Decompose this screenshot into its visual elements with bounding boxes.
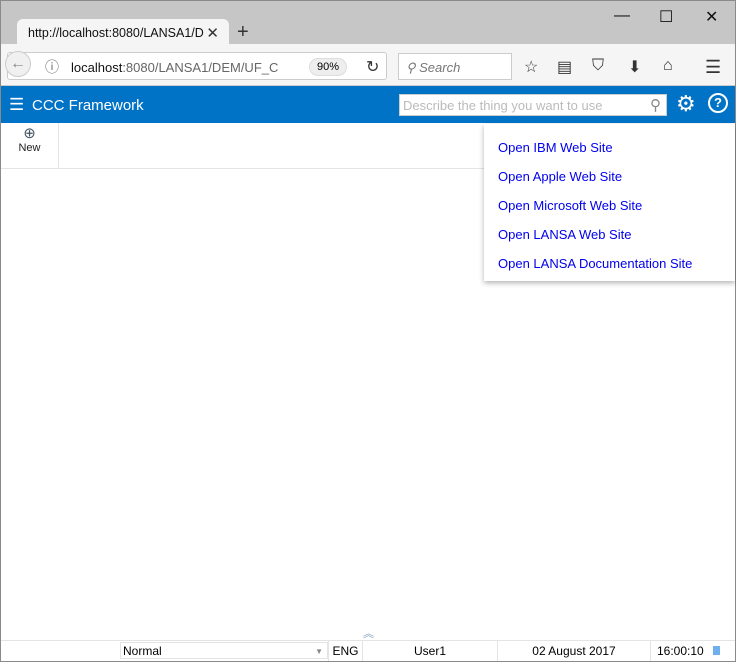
date: 02 August 2017 xyxy=(497,641,650,661)
browser-tab[interactable]: http://localhost:8080/LANSA1/D ✕ xyxy=(17,19,229,45)
help-icon[interactable]: ? xyxy=(708,93,728,113)
new-label: New xyxy=(18,142,41,154)
status-indicator xyxy=(712,646,720,655)
close-window-button[interactable]: ✕ xyxy=(705,7,718,27)
download-icon[interactable]: ⬇ xyxy=(628,57,641,77)
close-tab-icon[interactable]: ✕ xyxy=(206,24,219,42)
help-dropdown-menu: Open IBM Web Site Open Apple Web Site Op… xyxy=(484,124,735,281)
minimize-button[interactable]: — xyxy=(614,7,630,25)
plus-circle-icon: ⊕ xyxy=(23,125,36,142)
status-bar: Normal ▼ ENG User1 02 August 2017 16:00:1… xyxy=(1,640,735,661)
url-text[interactable]: localhost:8080/LANSA1/DEM/UF_C xyxy=(71,60,278,75)
back-button[interactable]: ← xyxy=(5,51,31,77)
maximize-button[interactable]: ☐ xyxy=(659,7,673,27)
pocket-icon[interactable]: ⛉ xyxy=(592,57,604,75)
new-button[interactable]: ⊕ New xyxy=(1,123,59,169)
menu-item-lansa[interactable]: Open LANSA Web Site xyxy=(484,222,735,251)
browser-search-input[interactable]: ⚲ Search xyxy=(398,53,512,80)
mode-select[interactable]: Normal ▼ xyxy=(120,642,328,659)
new-tab-button[interactable]: + xyxy=(237,21,249,44)
menu-item-ibm[interactable]: Open IBM Web Site xyxy=(484,135,735,164)
app-title: CCC Framework xyxy=(32,97,144,114)
language: ENG xyxy=(328,641,362,661)
home-icon[interactable]: ⌂ xyxy=(663,57,673,75)
zoom-level[interactable]: 90% xyxy=(309,58,348,76)
settings-gear-icon[interactable]: ⚙ xyxy=(676,91,696,117)
menu-item-microsoft[interactable]: Open Microsoft Web Site xyxy=(484,193,735,222)
hamburger-menu-icon[interactable]: ☰ xyxy=(9,95,24,115)
search-icon[interactable]: ⚲ xyxy=(650,96,661,114)
menu-item-lansa-docs[interactable]: Open LANSA Documentation Site xyxy=(484,251,735,280)
reload-icon[interactable]: ↻ xyxy=(366,57,379,77)
browser-navbar: ← ⓘ localhost:8080/LANSA1/DEM/UF_C 90% ↻… xyxy=(1,44,735,86)
menu-item-apple[interactable]: Open Apple Web Site xyxy=(484,164,735,193)
tab-title: http://localhost:8080/LANSA1/D xyxy=(28,26,204,40)
menu-icon[interactable]: ☰ xyxy=(705,57,721,78)
reading-list-icon[interactable]: ▤ xyxy=(557,57,572,77)
browser-titlebar: http://localhost:8080/LANSA1/D ✕ + — ☐ ✕ xyxy=(1,1,735,45)
expand-up-icon[interactable]: ︽ xyxy=(363,625,374,641)
info-icon[interactable]: ⓘ xyxy=(45,57,59,77)
app-header: ☰ CCC Framework Describe the thing you w… xyxy=(1,86,735,123)
time: 16:00:10 xyxy=(650,641,735,661)
user: User1 xyxy=(362,641,497,661)
bookmark-star-icon[interactable]: ☆ xyxy=(524,57,538,77)
chevron-down-icon: ▼ xyxy=(315,647,323,656)
app-search-input[interactable]: Describe the thing you want to use ⚲ xyxy=(399,94,667,116)
